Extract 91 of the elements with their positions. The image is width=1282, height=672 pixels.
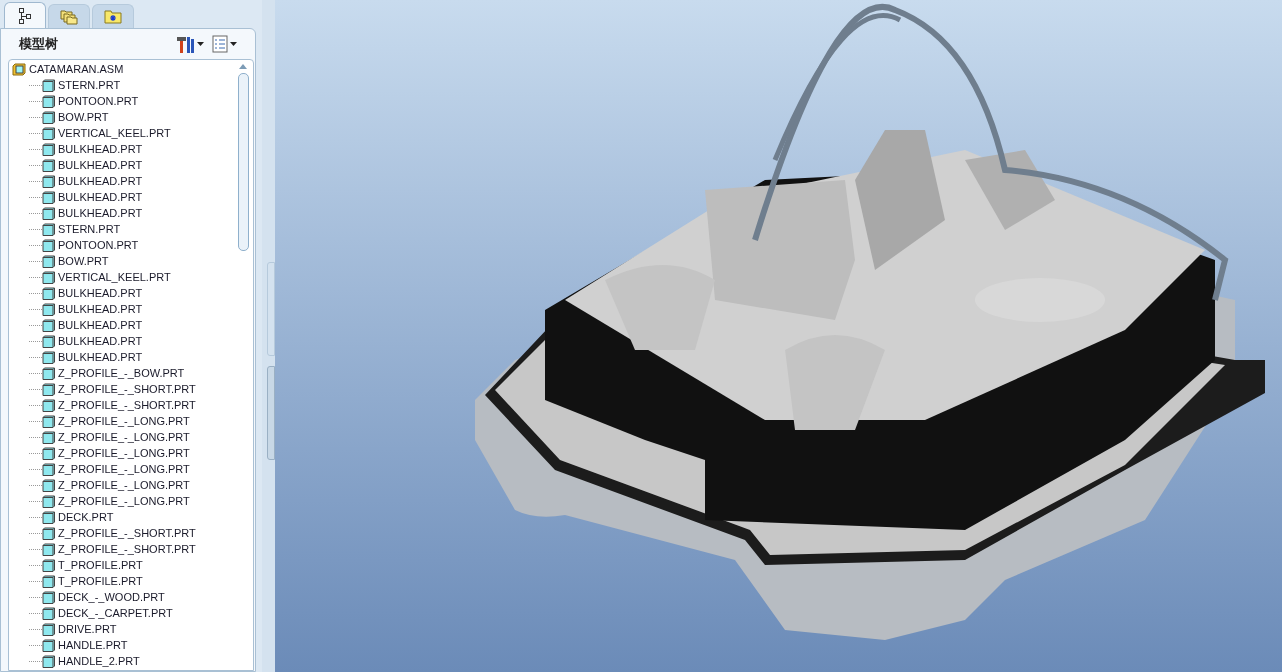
navigator-tab[interactable]: [4, 2, 46, 28]
tree-item[interactable]: Z_PROFILE_-_SHORT.PRT: [9, 397, 235, 413]
assembly-icon: [12, 62, 26, 76]
part-icon: [42, 638, 55, 652]
tree-structure-icon: [18, 6, 32, 25]
part-icon: [42, 526, 55, 540]
part-icon: [42, 126, 55, 140]
tree-item[interactable]: Z_PROFILE_-_LONG.PRT: [9, 445, 235, 461]
tree-item[interactable]: PONTOON.PRT: [9, 93, 235, 109]
part-icon: [42, 494, 55, 508]
splitter-handle[interactable]: [267, 262, 275, 356]
tree-item[interactable]: DRIVE.PRT: [9, 621, 235, 637]
folder-star-icon: [104, 9, 122, 24]
part-icon: [42, 462, 55, 476]
part-icon: [42, 590, 55, 604]
tree-item[interactable]: Z_PROFILE_-_SHORT.PRT: [9, 525, 235, 541]
part-icon: [42, 574, 55, 588]
tree-item[interactable]: BOW.PRT: [9, 109, 235, 125]
part-icon: [42, 414, 55, 428]
tree-item[interactable]: Z_PROFILE_-_BOW.PRT: [9, 365, 235, 381]
tree-item[interactable]: BULKHEAD.PRT: [9, 317, 235, 333]
scroll-up-arrow-icon: [239, 64, 247, 69]
tree-item[interactable]: VERTICAL_KEEL.PRT: [9, 125, 235, 141]
part-icon: [42, 94, 55, 108]
part-icon: [42, 446, 55, 460]
part-icon: [42, 142, 55, 156]
tree-item[interactable]: BULKHEAD.PRT: [9, 157, 235, 173]
tree-item[interactable]: T_PROFILE.PRT: [9, 573, 235, 589]
tree-item[interactable]: PONTOON.PRT: [9, 237, 235, 253]
tree-item[interactable]: Z_PROFILE_-_LONG.PRT: [9, 477, 235, 493]
part-icon: [42, 606, 55, 620]
part-icon: [42, 558, 55, 572]
part-icon: [42, 174, 55, 188]
part-icon: [42, 110, 55, 124]
stacked-folders-icon: [60, 8, 78, 25]
part-icon: [42, 334, 55, 348]
scrollbar-thumb[interactable]: [237, 73, 249, 251]
tree-item[interactable]: Z_PROFILE_-_LONG.PRT: [9, 429, 235, 445]
part-icon: [42, 478, 55, 492]
part-icon: [42, 654, 55, 668]
part-icon: [42, 254, 55, 268]
part-icon: [42, 318, 55, 332]
tree-item[interactable]: BULKHEAD.PRT: [9, 349, 235, 365]
part-icon: [42, 238, 55, 252]
part-icon: [42, 158, 55, 172]
part-icon: [42, 542, 55, 556]
tree-item[interactable]: Z_PROFILE_-_SHORT.PRT: [9, 381, 235, 397]
part-icon: [42, 366, 55, 380]
part-icon: [42, 78, 55, 92]
tree-item[interactable]: Z_PROFILE_-_SHORT.PRT: [9, 541, 235, 557]
splitter[interactable]: [262, 0, 275, 672]
part-icon: [42, 430, 55, 444]
part-icon: [42, 206, 55, 220]
tree-item[interactable]: BULKHEAD.PRT: [9, 141, 235, 157]
tree-item[interactable]: Z_PROFILE_-_LONG.PRT: [9, 461, 235, 477]
part-icon: [42, 382, 55, 396]
part-icon: [42, 622, 55, 636]
part-icon: [42, 286, 55, 300]
splitter-handle[interactable]: [267, 366, 275, 460]
tree-item[interactable]: BULKHEAD.PRT: [9, 189, 235, 205]
tree-item[interactable]: BULKHEAD.PRT: [9, 173, 235, 189]
caret-icon: [197, 42, 204, 46]
tree-item[interactable]: BULKHEAD.PRT: [9, 205, 235, 221]
tree-item[interactable]: Z_PROFILE_-_LONG.PRT: [9, 493, 235, 509]
tree-item[interactable]: VERTICAL_KEEL.PRT: [9, 269, 235, 285]
panel-title: 模型树: [19, 35, 58, 54]
caret-icon: [230, 42, 237, 46]
part-icon: [42, 510, 55, 524]
tree-item[interactable]: HANDLE_2.PRT: [9, 653, 235, 669]
tree-item[interactable]: HANDLE.PRT: [9, 637, 235, 653]
tree-item[interactable]: T_PROFILE.PRT: [9, 557, 235, 573]
tree-item[interactable]: BULKHEAD.PRT: [9, 333, 235, 349]
part-icon: [42, 350, 55, 364]
tree-item[interactable]: DECK_-_CARPET.PRT: [9, 605, 235, 621]
tree-item[interactable]: DECK_-_WOOD.PRT: [9, 589, 235, 605]
part-icon: [42, 398, 55, 412]
tree-item[interactable]: Z_PROFILE_-_LONG.PRT: [9, 413, 235, 429]
tree-item[interactable]: DECK.PRT: [9, 509, 235, 525]
display-dropdown-button[interactable]: [212, 35, 237, 53]
part-icon: [42, 302, 55, 316]
tree-item[interactable]: BULKHEAD.PRT: [9, 285, 235, 301]
tree-item[interactable]: STERN.PRT: [9, 77, 235, 93]
part-icon: [42, 222, 55, 236]
tree-item[interactable]: CATAMARAN.ASM: [9, 61, 235, 77]
part-icon: [42, 190, 55, 204]
tree-item[interactable]: STERN.PRT: [9, 221, 235, 237]
list-document-icon: [212, 35, 228, 53]
tree-item[interactable]: BULKHEAD.PRT: [9, 301, 235, 317]
tree-item[interactable]: BOW.PRT: [9, 253, 235, 269]
part-icon: [42, 270, 55, 284]
tools-dropdown-button[interactable]: [175, 35, 204, 53]
